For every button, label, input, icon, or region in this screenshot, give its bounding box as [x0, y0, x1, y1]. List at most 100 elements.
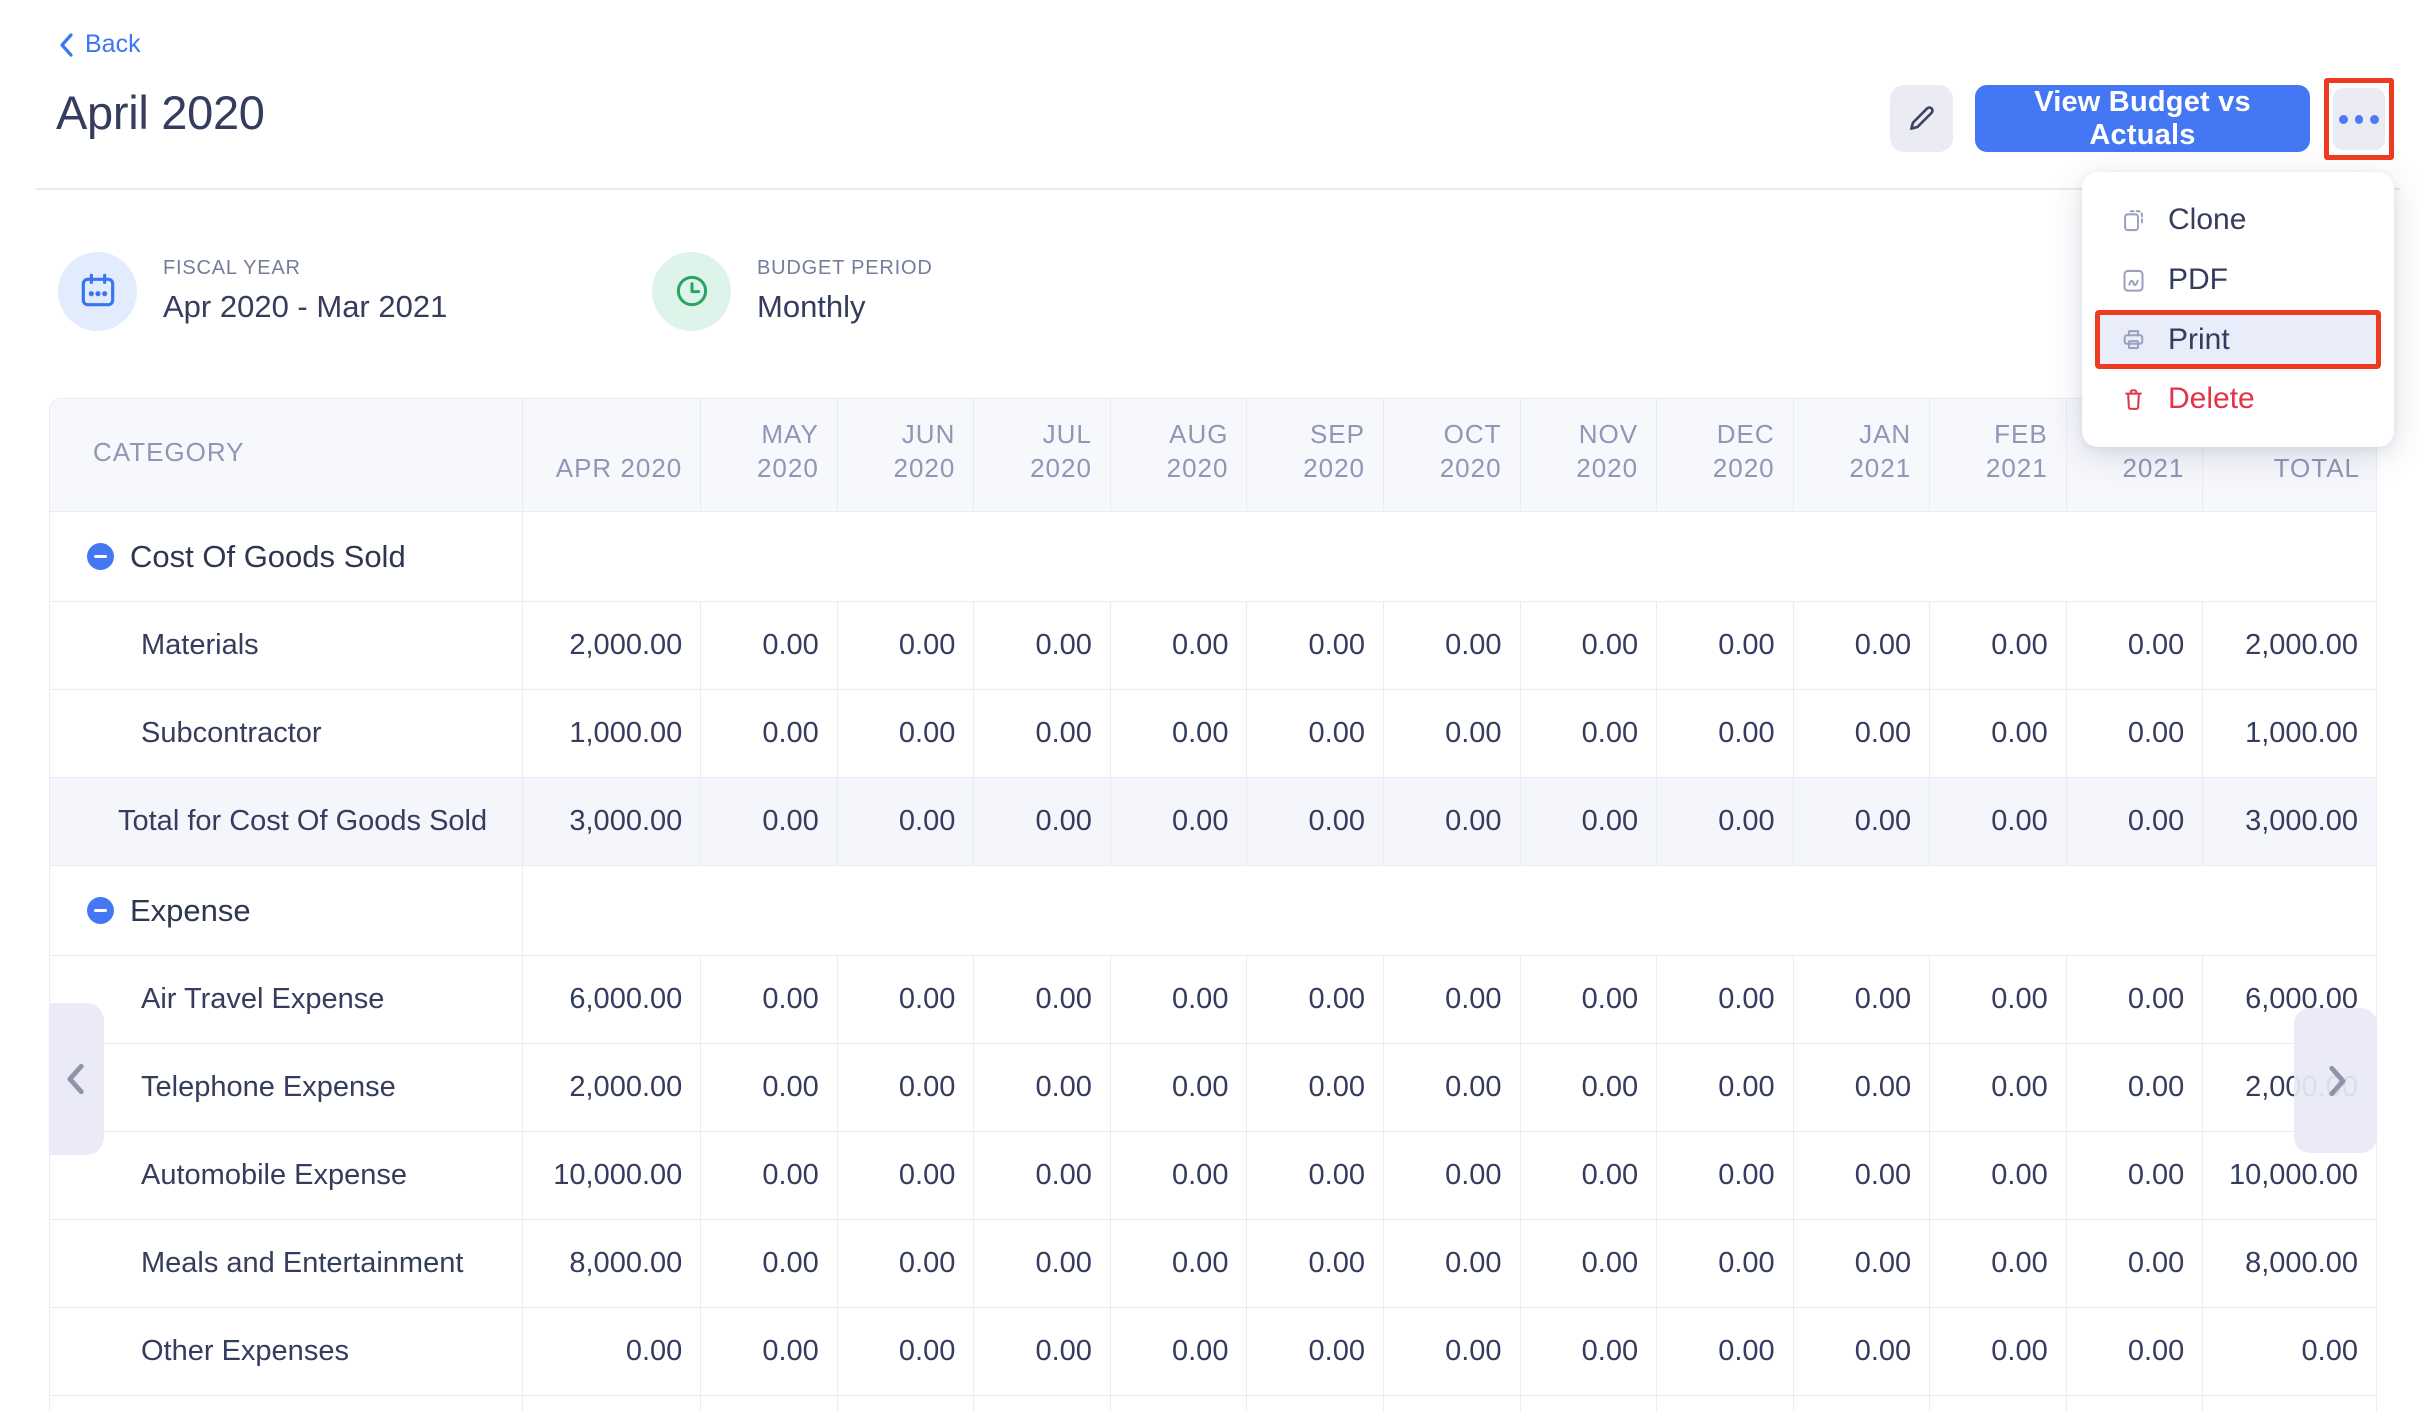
- scroll-left-button[interactable]: [49, 1003, 104, 1155]
- value-cell: 0.00: [974, 1308, 1111, 1396]
- value-cell: 6,000.00: [523, 956, 701, 1044]
- value-cell: 0.00: [701, 690, 838, 778]
- value-cell: 0.00: [1930, 1220, 2067, 1308]
- category-cell: Telephone Expense: [50, 1044, 523, 1132]
- view-budget-vs-actuals-label: View Budget vs Actuals: [1981, 86, 2304, 152]
- value-cell: 8,000.00: [523, 1220, 701, 1308]
- value-cell: 0.00: [1247, 956, 1384, 1044]
- value-cell: 0.00: [1930, 1308, 2067, 1396]
- value-cell: 0.00: [1111, 602, 1248, 690]
- trash-icon: [2120, 386, 2147, 413]
- value-cell: 0.00: [1384, 690, 1521, 778]
- value-cell: 0.00: [974, 1044, 1111, 1132]
- value-cell: 0.00: [1111, 690, 1248, 778]
- value-cell: 0.00: [1794, 1308, 1931, 1396]
- value-cell: 0.00: [974, 602, 1111, 690]
- value-cell: 1,000.00: [523, 690, 701, 778]
- value-cell: 0.00: [974, 1220, 1111, 1308]
- budget-period-card: BUDGET PERIOD Monthly: [652, 250, 933, 332]
- value-cell: [2203, 1396, 2376, 1411]
- value-cell: [974, 1396, 1111, 1411]
- value-cell: 0.00: [1657, 1308, 1794, 1396]
- edit-button[interactable]: [1890, 85, 1953, 152]
- value-cell: 0.00: [1111, 1044, 1248, 1132]
- back-link[interactable]: Back: [58, 30, 141, 59]
- collapse-minus-icon[interactable]: [87, 543, 114, 570]
- value-cell: 10,000.00: [523, 1132, 701, 1220]
- value-cell: 0.00: [1657, 1132, 1794, 1220]
- pencil-icon: [1905, 102, 1938, 135]
- category-cell: Cost Of Goods Sold: [50, 512, 523, 602]
- column-header: APR 2020: [523, 399, 701, 512]
- table-row: Meals and Entertainment8,000.000.000.000…: [50, 1220, 2376, 1308]
- more-actions-button[interactable]: [2333, 88, 2385, 150]
- category-cell: Meals and Entertainment: [50, 1220, 523, 1308]
- menu-item-print[interactable]: Print: [2095, 310, 2381, 369]
- column-header: CATEGORY: [50, 399, 523, 512]
- value-cell: 2,000.00: [523, 1044, 701, 1132]
- menu-item-delete[interactable]: Delete: [2082, 369, 2394, 429]
- value-cell: 0.00: [1794, 690, 1931, 778]
- value-cell: [701, 1396, 838, 1411]
- value-cell: 0.00: [1930, 1132, 2067, 1220]
- value-cell: 0.00: [701, 602, 838, 690]
- value-cell: 0.00: [1247, 1220, 1384, 1308]
- column-header: FEB 2021: [1930, 399, 2067, 512]
- menu-item-label: Print: [2168, 323, 2230, 357]
- value-cell: 0.00: [1930, 778, 2067, 866]
- table-row: [50, 1396, 2376, 1411]
- chevron-left-icon: [58, 32, 74, 58]
- value-cell: 0.00: [2067, 1308, 2204, 1396]
- value-cell: 0.00: [838, 1044, 975, 1132]
- value-cell: [1657, 1396, 1794, 1411]
- value-cell: 0.00: [2067, 602, 2204, 690]
- budget-period-value: Monthly: [757, 289, 933, 325]
- scroll-right-button[interactable]: [2294, 1008, 2377, 1153]
- ellipsis-icon: [2339, 115, 2348, 124]
- category-cell: Total for Cost Of Goods Sold: [50, 778, 523, 866]
- value-cell: 0.00: [838, 1132, 975, 1220]
- value-cell: 2,000.00: [523, 602, 701, 690]
- value-cell: 0.00: [2067, 1132, 2204, 1220]
- value-cell: 0.00: [1521, 1044, 1658, 1132]
- value-cell: 0.00: [1657, 778, 1794, 866]
- value-cell: [1521, 1396, 1658, 1411]
- menu-item-clone[interactable]: Clone: [2082, 190, 2394, 250]
- menu-item-pdf[interactable]: PDF: [2082, 250, 2394, 310]
- table-row: Subcontractor1,000.000.000.000.000.000.0…: [50, 690, 2376, 778]
- value-cell: 0.00: [1384, 1220, 1521, 1308]
- value-cell: [1930, 1396, 2067, 1411]
- value-cell: 0.00: [1521, 956, 1658, 1044]
- category-cell: Other Expenses: [50, 1308, 523, 1396]
- printer-icon: [2120, 326, 2147, 353]
- value-cell: [2067, 1396, 2204, 1411]
- collapse-minus-icon[interactable]: [87, 897, 114, 924]
- view-budget-vs-actuals-button[interactable]: View Budget vs Actuals: [1975, 85, 2310, 152]
- more-actions-menu: Clone PDF Print Delete: [2082, 172, 2394, 447]
- chevron-right-icon: [2319, 1061, 2353, 1101]
- column-header: NOV 2020: [1521, 399, 1658, 512]
- budget-table: CATEGORYAPR 2020MAY 2020JUN 2020JUL 2020…: [50, 399, 2376, 1411]
- value-cell: 0.00: [1521, 1132, 1658, 1220]
- header-divider: [36, 188, 2400, 190]
- value-cell: 0.00: [1657, 1044, 1794, 1132]
- column-header: AUG 2020: [1111, 399, 1248, 512]
- clone-icon: [2120, 207, 2147, 234]
- menu-item-label: Delete: [2168, 382, 2255, 416]
- value-cell: 0.00: [1794, 1220, 1931, 1308]
- value-cell: [838, 1396, 975, 1411]
- value-cell: 0.00: [1247, 1308, 1384, 1396]
- table-row: Materials2,000.000.000.000.000.000.000.0…: [50, 602, 2376, 690]
- value-cell: 0.00: [1247, 778, 1384, 866]
- value-cell: 0.00: [701, 1044, 838, 1132]
- value-cell: 0.00: [974, 778, 1111, 866]
- value-cell: 0.00: [1384, 1044, 1521, 1132]
- value-cell: 0.00: [974, 1132, 1111, 1220]
- value-cell: [1794, 1396, 1931, 1411]
- value-cell: 0.00: [1384, 778, 1521, 866]
- value-cell: 0.00: [838, 690, 975, 778]
- budget-period-label: BUDGET PERIOD: [757, 257, 933, 280]
- value-cell: 0.00: [2067, 690, 2204, 778]
- value-cell: 0.00: [1521, 690, 1658, 778]
- column-header: JUN 2020: [838, 399, 975, 512]
